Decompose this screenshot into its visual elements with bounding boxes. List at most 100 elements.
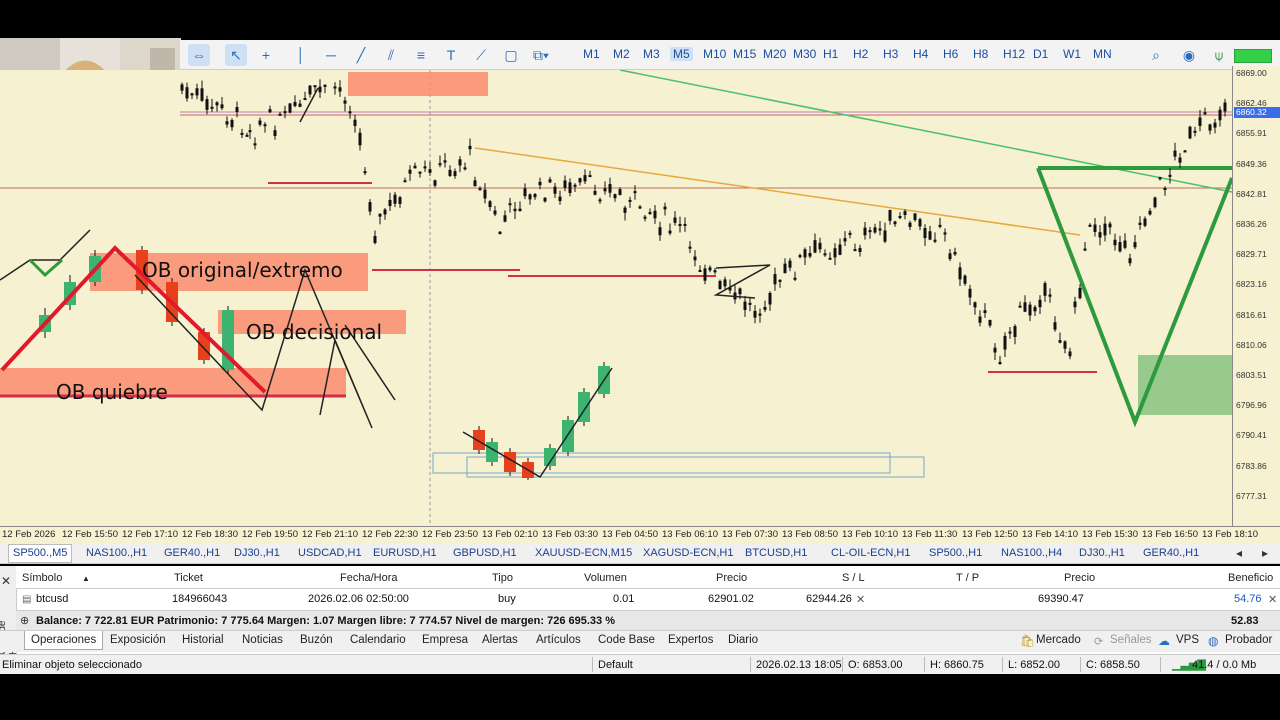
hand-drawn-line — [0, 229, 91, 281]
rectangle-icon[interactable]: ▢ — [500, 44, 522, 66]
chart-canvas[interactable]: OB original/extremo OB decisional OB qui… — [0, 62, 1234, 526]
vps-button[interactable]: VPS — [1176, 634, 1199, 646]
status-profile[interactable]: Default — [598, 659, 633, 671]
symbol-tab[interactable]: DJ30.,H1 — [1079, 547, 1125, 559]
text-icon[interactable]: T — [440, 44, 462, 66]
position-row[interactable]: ▤ btcusd 184966043 2026.02.06 02:50:00 b… — [16, 588, 1280, 610]
symbol-tab[interactable]: GER40.,H1 — [1143, 547, 1199, 559]
toggle-autoscroll-icon[interactable]: ⇔ — [188, 44, 210, 66]
terminal-tab[interactable]: Code Base — [598, 634, 655, 646]
mercado-button[interactable]: Mercado — [1036, 634, 1081, 646]
candle-body — [933, 239, 937, 242]
account-icon[interactable]: ◉ — [1178, 44, 1200, 66]
symbol-tab[interactable]: XAGUSD-ECN,H1 — [643, 547, 733, 559]
symbol-tab[interactable]: GBPUSD,H1 — [453, 547, 517, 559]
symbol-tab[interactable]: DJ30.,H1 — [234, 547, 280, 559]
timeframe-h2[interactable]: H2 — [850, 47, 871, 61]
candle-body — [1003, 335, 1007, 350]
symbol-tab[interactable]: NAS100.,H4 — [1001, 547, 1062, 559]
fibonacci-icon[interactable]: ≡ — [410, 44, 432, 66]
timeframe-d1[interactable]: D1 — [1030, 47, 1051, 61]
candle-body — [1138, 222, 1142, 225]
terminal-tab[interactable]: Exposición — [110, 634, 166, 646]
timeframe-h4[interactable]: H4 — [910, 47, 931, 61]
channel-icon[interactable]: ⫽ — [380, 44, 402, 66]
balance-icon: ⊕ — [20, 615, 30, 627]
symbol-tab[interactable]: SP500.,H1 — [929, 547, 982, 559]
timeframe-h6[interactable]: H6 — [940, 47, 961, 61]
terminal-tab[interactable]: Historial — [182, 634, 224, 646]
terminal-tab[interactable]: Operaciones — [24, 631, 104, 650]
signal-icon[interactable]: ⍦ — [1208, 44, 1230, 66]
header-fecha[interactable]: Fecha/Hora — [340, 572, 397, 584]
timeframe-m30[interactable]: M30 — [790, 47, 819, 61]
symbol-tab[interactable]: EURUSD,H1 — [373, 547, 437, 559]
timeframe-w1[interactable]: W1 — [1060, 47, 1084, 61]
header-beneficio[interactable]: Beneficio — [1228, 572, 1273, 584]
timeframe-m5[interactable]: M5 — [670, 47, 693, 61]
symbol-tab[interactable]: NAS100.,H1 — [86, 547, 147, 559]
timeframe-h12[interactable]: H12 — [1000, 47, 1028, 61]
symbol-tab[interactable]: SP500.,M5 — [8, 544, 73, 563]
terminal-tab[interactable]: Artículos — [536, 634, 581, 646]
time-axis[interactable]: 12 Feb 2026 12 Feb 15:50 12 Feb 17:10 12 Fe… — [0, 526, 1280, 544]
terminal-tab[interactable]: Diario — [728, 634, 758, 646]
symbol-tab[interactable]: USDCAD,H1 — [298, 547, 362, 559]
horizontal-line-icon[interactable]: ─ — [320, 44, 342, 66]
symbol-tab[interactable]: GER40.,H1 — [164, 547, 220, 559]
header-tipo[interactable]: Tipo — [492, 572, 513, 584]
terminal-tab[interactable]: Empresa — [422, 634, 468, 646]
probador-button[interactable]: Probador — [1225, 634, 1272, 646]
terminal-tab[interactable]: Buzón — [300, 634, 333, 646]
vertical-line-icon[interactable]: │ — [290, 44, 312, 66]
candle-body — [1098, 232, 1102, 238]
price-chart[interactable]: OB original/extremo OB decisional OB qui… — [0, 62, 1234, 526]
trendline-icon[interactable]: ╱ — [350, 44, 372, 66]
header-precio-actual[interactable]: Precio — [1064, 572, 1095, 584]
price-axis[interactable]: 6869.00 6862.46 6855.91 6849.36 6842.81 6836.… — [1232, 66, 1280, 526]
senales-button[interactable]: Señales — [1110, 634, 1152, 646]
shapes-icon[interactable]: ⟋ — [470, 44, 492, 66]
header-tp[interactable]: T / P — [956, 572, 979, 584]
terminal-tab-bar: Operaciones Exposición Historial Noticias Bu… — [0, 630, 1280, 652]
timeframe-m2[interactable]: M2 — [610, 47, 633, 61]
timeframe-m3[interactable]: M3 — [640, 47, 663, 61]
symbol-tab[interactable]: XAUUSD-ECN,M15 — [535, 547, 632, 559]
crosshair-icon[interactable]: + — [255, 44, 277, 66]
header-sl[interactable]: S / L — [842, 572, 865, 584]
timeframe-m15[interactable]: M15 — [730, 47, 759, 61]
header-simbolo[interactable]: Símbolo — [22, 572, 62, 584]
timeframe-m1[interactable]: M1 — [580, 47, 603, 61]
timeframe-h3[interactable]: H3 — [880, 47, 901, 61]
candle-body — [363, 171, 367, 174]
candle-body — [1143, 218, 1147, 226]
more-objects-icon[interactable]: ⧉▾ — [530, 44, 552, 66]
cursor-icon[interactable]: ↖ — [225, 44, 247, 66]
timeframe-m20[interactable]: M20 — [760, 47, 789, 61]
terminal-tab[interactable]: Calendario — [350, 634, 406, 646]
timeframe-h1[interactable]: H1 — [820, 47, 841, 61]
candle-body — [618, 189, 622, 196]
candle-body — [613, 194, 617, 199]
candle-body — [888, 209, 892, 221]
candle-body — [638, 206, 642, 209]
close-icon[interactable]: ✕ — [1, 574, 11, 588]
search-icon[interactable]: ⌕ — [1145, 44, 1167, 66]
remove-sl-icon[interactable]: ✕ — [856, 593, 865, 606]
scroll-right-icon[interactable]: ▸ — [1262, 546, 1268, 560]
scroll-left-icon[interactable]: ◂ — [1236, 546, 1242, 560]
terminal-tab[interactable]: Expertos — [668, 634, 713, 646]
header-ticket[interactable]: Ticket — [174, 572, 203, 584]
timeframe-m10[interactable]: M10 — [700, 47, 729, 61]
symbol-tab[interactable]: CL-OIL-ECN,H1 — [831, 547, 910, 559]
timeframe-mn[interactable]: MN — [1090, 47, 1115, 61]
header-volumen[interactable]: Volumen — [584, 572, 627, 584]
timeframe-h8[interactable]: H8 — [970, 47, 991, 61]
close-position-icon[interactable]: ✕ — [1268, 593, 1277, 606]
terminal-tab[interactable]: Noticias — [242, 634, 283, 646]
candle-body — [518, 208, 522, 212]
terminal-tab[interactable]: Alertas — [482, 634, 518, 646]
header-precio[interactable]: Precio — [716, 572, 747, 584]
symbol-tab[interactable]: BTCUSD,H1 — [745, 547, 807, 559]
candle-body — [573, 184, 577, 187]
